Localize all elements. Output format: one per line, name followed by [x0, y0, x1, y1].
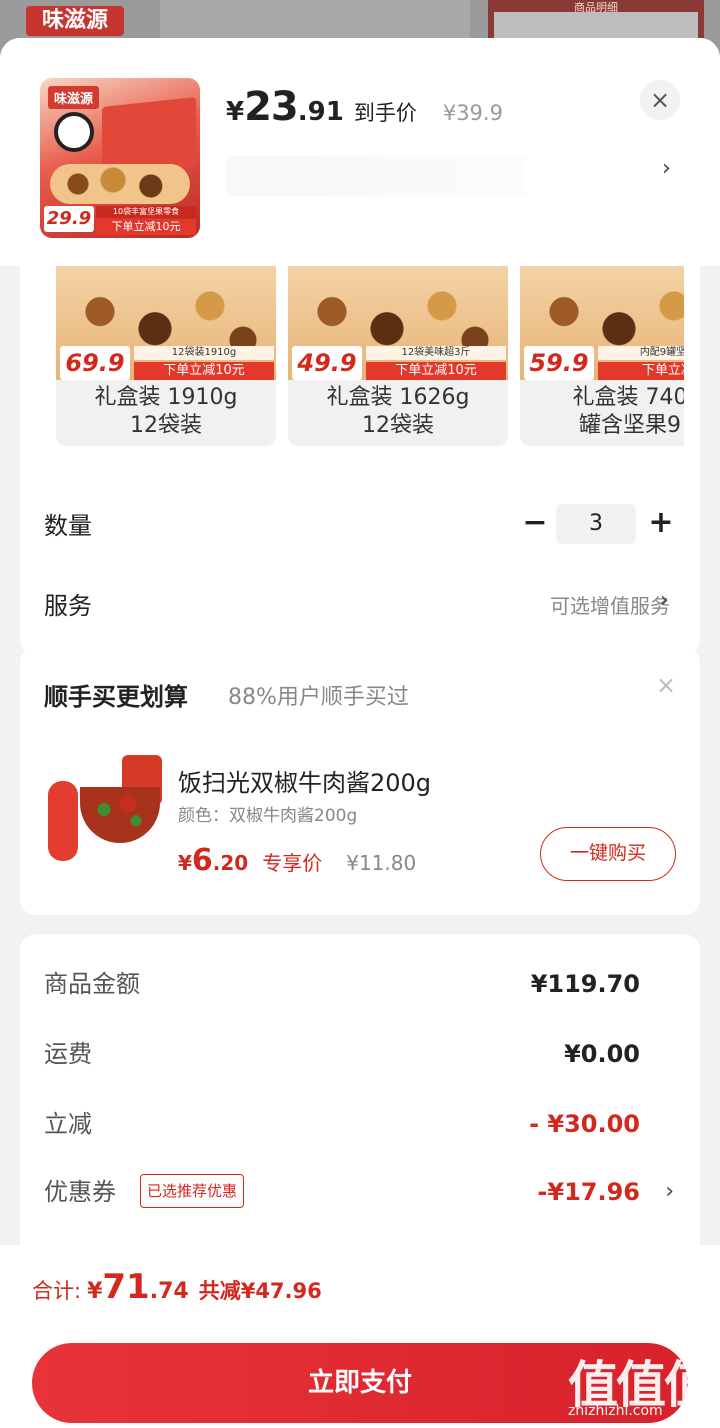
- discount-label: 立减: [44, 1110, 92, 1138]
- chevron-right-icon[interactable]: ›: [660, 588, 669, 613]
- watermark-url: zhizhizhi.com: [568, 1403, 663, 1419]
- summary-row-shipping: 运费 ¥0.00: [44, 1034, 676, 1074]
- plus-icon[interactable]: +: [646, 504, 676, 544]
- addon-price-decimal: .20: [212, 851, 249, 875]
- thumbnail-badge: 10袋丰富坚果零食: [96, 206, 196, 218]
- variant-price: 59.9: [524, 346, 594, 380]
- variant-title: 礼盒装 740 罐含坚果9: [520, 384, 685, 440]
- thumbnail-discount-tag: 下单立减10元: [96, 219, 196, 235]
- addon-subtitle: 88%用户顺手买过: [228, 685, 409, 710]
- coupon-badge: 已选推荐优惠: [140, 1174, 245, 1208]
- price-summary: 商品金额 ¥119.70 运费 ¥0.00 立减 - ¥30.00 优惠券 已选…: [20, 934, 700, 1274]
- price-currency: ¥: [226, 97, 245, 127]
- final-price: ¥ 23 .91 到手价 ¥39.9: [226, 84, 503, 130]
- thumbnail-brand: 味滋源: [48, 86, 100, 109]
- variant-title-line1: 礼盒装 1910g: [94, 385, 238, 410]
- addon-price-currency: ¥: [178, 851, 192, 875]
- variant-title: 礼盒装 1626g 12袋装: [288, 384, 508, 440]
- addon-price: ¥ 6 .20 专享价 ¥11.80: [178, 843, 416, 878]
- coupon-label: 优惠券: [44, 1178, 116, 1206]
- checkout-bar: 合计: ¥ 71 .74 共减¥47.96 立即支付 值值值 zhizhizhi…: [0, 1245, 720, 1428]
- variant-title-line2: 12袋装: [130, 413, 202, 438]
- price-integer: 23: [244, 84, 299, 130]
- goods-amount-value: ¥119.70: [530, 970, 640, 998]
- variant-badge: 内配9罐坚果: [598, 346, 684, 360]
- variant-badge: 12袋装1910g: [134, 346, 274, 360]
- price-decimal: .91: [297, 97, 344, 127]
- coupon-value[interactable]: -¥17.96: [537, 1172, 640, 1212]
- total-decimal: .74: [149, 1279, 189, 1304]
- variant-title: 礼盒装 1910g 12袋装: [56, 384, 276, 440]
- addon-original-price: ¥11.80: [346, 851, 417, 875]
- sausage-image: [48, 781, 78, 861]
- shipping-label: 运费: [44, 1040, 92, 1068]
- chevron-right-icon[interactable]: ›: [662, 156, 671, 181]
- close-icon[interactable]: ×: [656, 671, 676, 699]
- product-thumbnail[interactable]: 味滋源 29.9 10袋丰富坚果零食 下单立减10元: [40, 78, 200, 238]
- total-integer: 71: [102, 1267, 150, 1307]
- variant-discount-tag: 下单立减10元: [134, 362, 274, 380]
- variant-option[interactable]: 49.9 12袋美味超3斤 下单立减10元 礼盒装 1626g 12袋装: [288, 266, 508, 446]
- variant-title-line1: 礼盒装 1626g: [326, 385, 470, 410]
- total-saved: 共减¥47.96: [198, 1279, 322, 1303]
- total-label: 合计:: [32, 1279, 82, 1303]
- variant-list[interactable]: 69.9 12袋装1910g 下单立减10元 礼盒装 1910g 12袋装 49…: [56, 266, 684, 446]
- selected-spec-placeholder[interactable]: [226, 156, 526, 196]
- chevron-right-icon[interactable]: ›: [665, 1172, 674, 1212]
- purchase-sheet: 味滋源 29.9 10袋丰富坚果零食 下单立减10元 ¥ 23 .91 到手价 …: [0, 38, 720, 1428]
- addon-price-tag: 专享价: [262, 851, 323, 875]
- total-currency: ¥: [87, 1279, 103, 1304]
- variant-badge: 12袋美味超3斤: [366, 346, 506, 360]
- variant-option[interactable]: 69.9 12袋装1910g 下单立减10元 礼盒装 1910g 12袋装: [56, 266, 276, 446]
- close-icon[interactable]: ×: [640, 80, 680, 120]
- original-price: ¥39.9: [442, 101, 503, 125]
- panda-mascot-icon: [54, 112, 94, 152]
- price-label: 到手价: [353, 101, 417, 125]
- variant-price: 69.9: [60, 346, 130, 380]
- order-total: 合计: ¥ 71 .74 共减¥47.96: [32, 1267, 322, 1307]
- goods-amount-label: 商品金额: [44, 970, 140, 998]
- summary-row-coupon[interactable]: 优惠券 已选推荐优惠 -¥17.96 ›: [44, 1172, 676, 1212]
- variant-title-line2: 罐含坚果9: [579, 413, 681, 438]
- background-brand-logo: 味滋源: [26, 6, 124, 36]
- discount-value: - ¥30.00: [529, 1110, 640, 1138]
- variant-option[interactable]: 59.9 内配9罐坚果 下单立减 礼盒装 740 罐含坚果9: [520, 266, 684, 446]
- nuts-image: [50, 164, 190, 204]
- addon-price-integer: 6: [191, 843, 213, 878]
- minus-icon[interactable]: −: [520, 504, 550, 544]
- addon-product-image[interactable]: [44, 751, 164, 871]
- options-card: 69.9 12袋装1910g 下单立减10元 礼盒装 1910g 12袋装 49…: [20, 266, 700, 655]
- addon-product-spec: 颜色：双椒牛肉酱200g: [178, 806, 358, 826]
- thumbnail-price: 29.9: [44, 206, 94, 232]
- variant-title-line2: 12袋装: [362, 413, 434, 438]
- quantity-stepper: − 3 +: [520, 504, 676, 544]
- service-value[interactable]: 可选增值服务: [550, 590, 670, 619]
- product-header: 味滋源 29.9 10袋丰富坚果零食 下单立减10元 ¥ 23 .91 到手价 …: [0, 38, 720, 266]
- variant-discount-tag: 下单立减10元: [366, 362, 506, 380]
- summary-row-discount: 立减 - ¥30.00: [44, 1104, 676, 1144]
- quantity-input[interactable]: 3: [556, 504, 636, 544]
- variant-discount-tag: 下单立减: [598, 362, 684, 380]
- shipping-value: ¥0.00: [564, 1040, 640, 1068]
- one-click-buy-button[interactable]: 一键购买: [540, 827, 676, 881]
- bowl-image: [80, 787, 160, 843]
- summary-row-goods: 商品金额 ¥119.70: [44, 964, 676, 1004]
- variant-price: 49.9: [292, 346, 362, 380]
- quantity-label: 数量: [44, 512, 92, 540]
- site-watermark: 值值值 zhizhizhi.com: [560, 1345, 720, 1427]
- variant-title-line1: 礼盒装 740: [572, 385, 685, 410]
- service-label: 服务: [44, 592, 92, 620]
- addon-product-name[interactable]: 饭扫光双椒牛肉酱200g: [178, 763, 431, 798]
- addon-recommendation: 顺手买更划算 88%用户顺手买过 × 饭扫光双椒牛肉酱200g 颜色：双椒牛肉酱…: [20, 647, 700, 915]
- addon-title: 顺手买更划算: [44, 683, 188, 711]
